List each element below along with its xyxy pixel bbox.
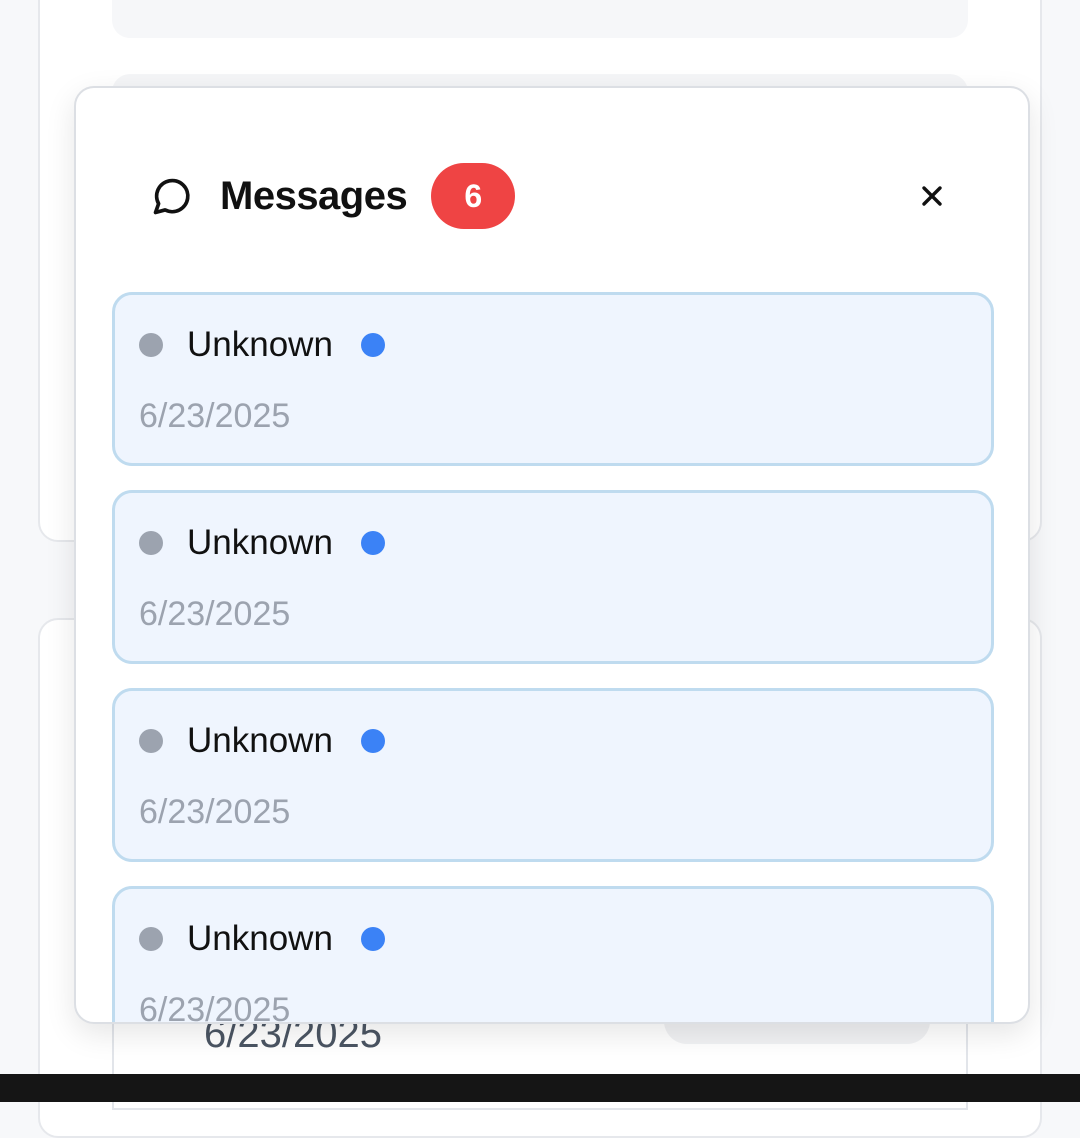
unread-indicator [361,531,385,555]
background-section [112,0,968,38]
message-item[interactable]: Unknown 6/23/2025 [112,490,994,664]
unread-count-badge: 6 [431,163,516,229]
message-item[interactable]: Unknown 6/23/2025 [112,292,994,466]
message-date: 6/23/2025 [139,595,291,633]
message-item[interactable]: Unknown 6/23/2025 [112,886,994,1024]
close-button[interactable] [908,172,956,220]
message-date: 6/23/2025 [139,793,291,831]
messages-panel: Messages 6 Unknown 6/23/2025 Unknown 6/2… [74,86,1030,1024]
status-dot [139,927,163,951]
message-sender: Unknown [187,721,333,760]
unread-indicator [361,333,385,357]
message-list: Unknown 6/23/2025 Unknown 6/23/2025 Unkn… [112,292,994,1024]
chat-bubble-icon [148,172,196,220]
message-date: 6/23/2025 [139,397,291,435]
message-sender: Unknown [187,523,333,562]
message-date: 6/23/2025 [139,991,291,1024]
status-dot [139,333,163,357]
unread-indicator [361,729,385,753]
message-sender: Unknown [187,325,333,364]
panel-header: Messages 6 [148,163,956,229]
unread-indicator [361,927,385,951]
message-item[interactable]: Unknown 6/23/2025 [112,688,994,862]
message-sender: Unknown [187,919,333,958]
status-dot [139,531,163,555]
panel-title: Messages [220,173,408,218]
close-icon [922,186,942,206]
status-dot [139,729,163,753]
bottom-bar [0,1074,1080,1102]
